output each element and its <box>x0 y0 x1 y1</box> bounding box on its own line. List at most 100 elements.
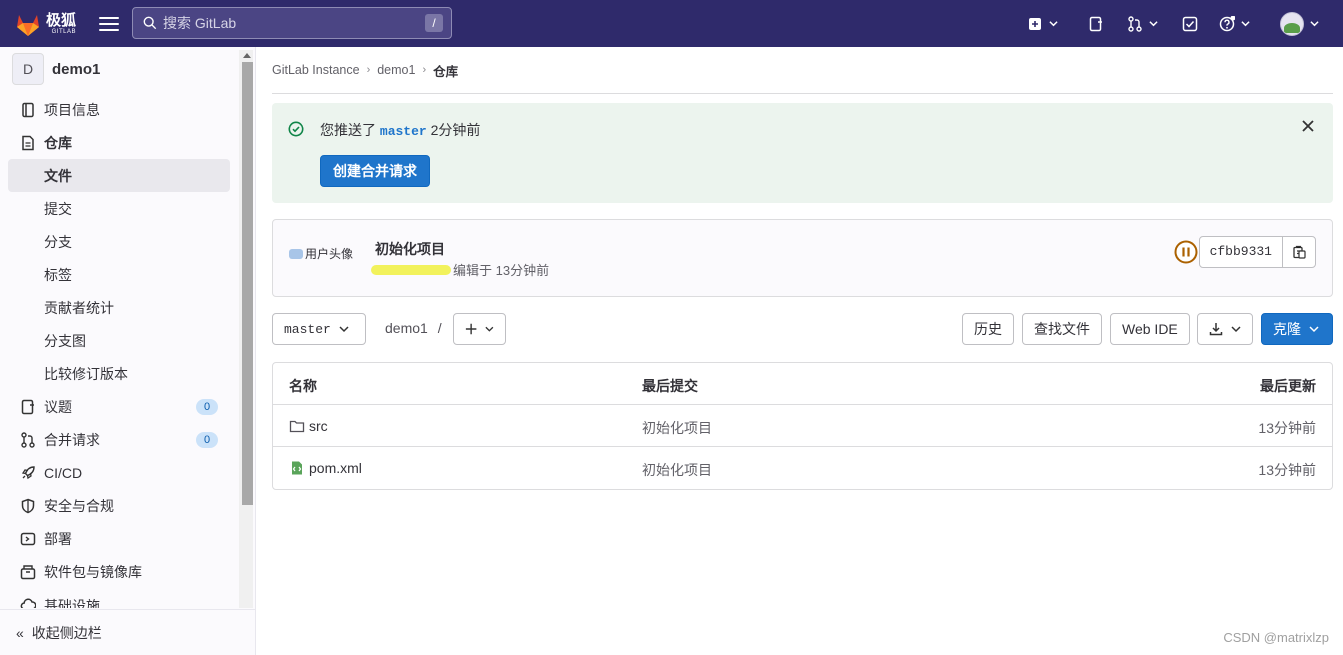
repo-path-root[interactable]: demo1 <box>385 320 428 336</box>
branch-selector-label: master <box>284 321 331 337</box>
menu-hamburger-icon[interactable] <box>99 14 120 34</box>
sidebar-item-commits[interactable]: 提交 <box>8 192 230 225</box>
user-menu[interactable] <box>1280 11 1319 36</box>
sidebar-item-contributors[interactable]: 贡献者统计 <box>8 291 230 324</box>
web-ide-label: Web IDE <box>1122 321 1178 337</box>
project-header[interactable]: D demo1 <box>12 53 100 85</box>
brand-logo[interactable]: 极狐 GITLAB <box>14 0 76 47</box>
breadcrumb-project[interactable]: demo1 <box>377 63 415 77</box>
last-commit-link[interactable]: 初始化项目 <box>642 460 712 480</box>
last-commit-link[interactable]: 初始化项目 <box>642 418 712 438</box>
merge-request-icon <box>1128 15 1142 32</box>
help-dropdown[interactable] <box>1219 15 1250 32</box>
breadcrumb-separator-icon: › <box>422 64 427 76</box>
find-file-label: 查找文件 <box>1034 321 1090 337</box>
sidebar-item-infrastructure[interactable]: 基础设施 <box>8 588 230 608</box>
sidebar-item-project-info[interactable]: 项目信息 <box>8 93 230 126</box>
sidebar-item-label: 软件包与镜像库 <box>44 563 142 580</box>
commit-sha[interactable]: cfbb9331 <box>1200 237 1283 267</box>
file-name-link[interactable]: src <box>309 418 328 434</box>
sidebar-item-label: 基础设施 <box>44 598 100 608</box>
issues-count-badge: 0 <box>196 399 218 415</box>
user-avatar <box>1280 11 1304 36</box>
table-row[interactable]: pom.xml 初始化项目 13分钟前 <box>273 447 1332 489</box>
copy-icon <box>1293 245 1306 259</box>
sidebar-item-label: 仓库 <box>44 134 72 151</box>
sidebar-item-security[interactable]: 安全与合规 <box>8 489 230 522</box>
sidebar-item-repository[interactable]: 仓库 <box>8 126 230 159</box>
push-alert-message: 您推送了 master 2分钟前 <box>320 120 480 140</box>
create-new-dropdown[interactable] <box>1027 16 1058 32</box>
todos-nav[interactable] <box>1182 16 1198 32</box>
sidebar-item-label: 分支图 <box>44 332 86 349</box>
commit-meta: 编辑于 13分钟前 <box>371 260 549 279</box>
project-name: demo1 <box>52 60 101 78</box>
sidebar-item-compare[interactable]: 比较修订版本 <box>8 357 230 390</box>
sidebar-item-deployments[interactable]: 部署 <box>8 522 230 555</box>
collapse-sidebar-button[interactable]: « 收起侧边栏 <box>0 609 255 655</box>
breadcrumb-instance[interactable]: GitLab Instance <box>272 63 360 77</box>
commit-sha-group: cfbb9331 <box>1198 236 1316 268</box>
scrollbar-thumb[interactable] <box>242 62 253 505</box>
scroll-up-arrow-icon[interactable] <box>243 53 251 58</box>
deploy-icon <box>20 532 36 545</box>
merge-requests-nav[interactable] <box>1127 15 1158 32</box>
chevron-down-icon <box>485 326 494 332</box>
find-file-button[interactable]: 查找文件 <box>1022 313 1102 345</box>
sidebar: D demo1 项目信息 仓库 文件 提交 分支 标签 贡献者统计 分支图 比较… <box>0 47 256 655</box>
sidebar-item-files[interactable]: 文件 <box>8 159 230 192</box>
chevron-down-icon <box>339 326 349 333</box>
column-header-last-commit: 最后提交 <box>642 378 698 394</box>
issues-nav[interactable] <box>1088 16 1104 32</box>
collapse-sidebar-label: 收起侧边栏 <box>31 624 102 641</box>
sidebar-item-packages[interactable]: 软件包与镜像库 <box>8 555 230 588</box>
breadcrumb-separator-icon: › <box>366 64 371 76</box>
chevron-down-icon <box>1310 21 1319 27</box>
commit-meta-text: 编辑于 13分钟前 <box>453 263 550 278</box>
breadcrumb: GitLab Instance › demo1 › 仓库 <box>272 47 1333 94</box>
sidebar-item-branches[interactable]: 分支 <box>8 225 230 258</box>
pipeline-paused-icon[interactable] <box>1174 240 1198 264</box>
push-alert-branch[interactable]: master <box>380 124 427 139</box>
push-alert: 您推送了 master 2分钟前 创建合并请求 <box>272 103 1333 203</box>
chevron-down-icon <box>1049 21 1058 27</box>
web-ide-button[interactable]: Web IDE <box>1110 313 1190 345</box>
merge-request-icon <box>21 431 35 448</box>
download-dropdown[interactable] <box>1197 313 1253 345</box>
column-header-name: 名称 <box>289 378 317 394</box>
add-dropdown[interactable] <box>453 313 506 345</box>
mr-count-badge: 0 <box>196 432 218 448</box>
copy-sha-button[interactable] <box>1283 237 1315 267</box>
sidebar-item-label: 提交 <box>44 200 72 217</box>
file-tree-table: 名称 最后提交 最后更新 src 初始化项目 13分钟前 pom.xml 初始化… <box>272 362 1333 490</box>
document-icon <box>22 135 34 150</box>
file-name-link[interactable]: pom.xml <box>309 460 362 476</box>
search-box[interactable]: / <box>132 7 452 39</box>
history-button[interactable]: 历史 <box>962 313 1014 345</box>
plus-icon <box>465 323 477 335</box>
close-icon[interactable] <box>1301 119 1315 133</box>
download-icon <box>1209 323 1223 336</box>
sidebar-scrollbar[interactable] <box>239 50 253 608</box>
rocket-icon <box>21 465 35 479</box>
sidebar-item-cicd[interactable]: CI/CD <box>8 456 230 489</box>
redacted-author <box>371 264 451 275</box>
sidebar-item-merge-requests[interactable]: 合并请求 0 <box>8 423 230 456</box>
create-merge-request-button[interactable]: 创建合并请求 <box>320 155 430 187</box>
commit-author-avatar[interactable]: 用户头像 <box>289 245 353 262</box>
shield-icon <box>21 498 35 513</box>
repo-path: demo1 / <box>385 320 442 336</box>
commit-title[interactable]: 初始化项目 <box>375 239 445 259</box>
sidebar-item-graph[interactable]: 分支图 <box>8 324 230 357</box>
chevron-down-icon <box>1309 326 1319 333</box>
last-update-time: 13分钟前 <box>1258 462 1316 478</box>
branch-selector[interactable]: master <box>272 313 366 345</box>
repo-path-separator: / <box>437 320 442 336</box>
breadcrumb-current[interactable]: 仓库 <box>433 61 458 80</box>
info-icon <box>22 102 34 117</box>
sidebar-item-tags[interactable]: 标签 <box>8 258 230 291</box>
clone-dropdown-button[interactable]: 克隆 <box>1261 313 1333 345</box>
table-row[interactable]: src 初始化项目 13分钟前 <box>273 405 1332 447</box>
sidebar-item-issues[interactable]: 议题 0 <box>8 390 230 423</box>
search-input[interactable] <box>163 15 413 31</box>
